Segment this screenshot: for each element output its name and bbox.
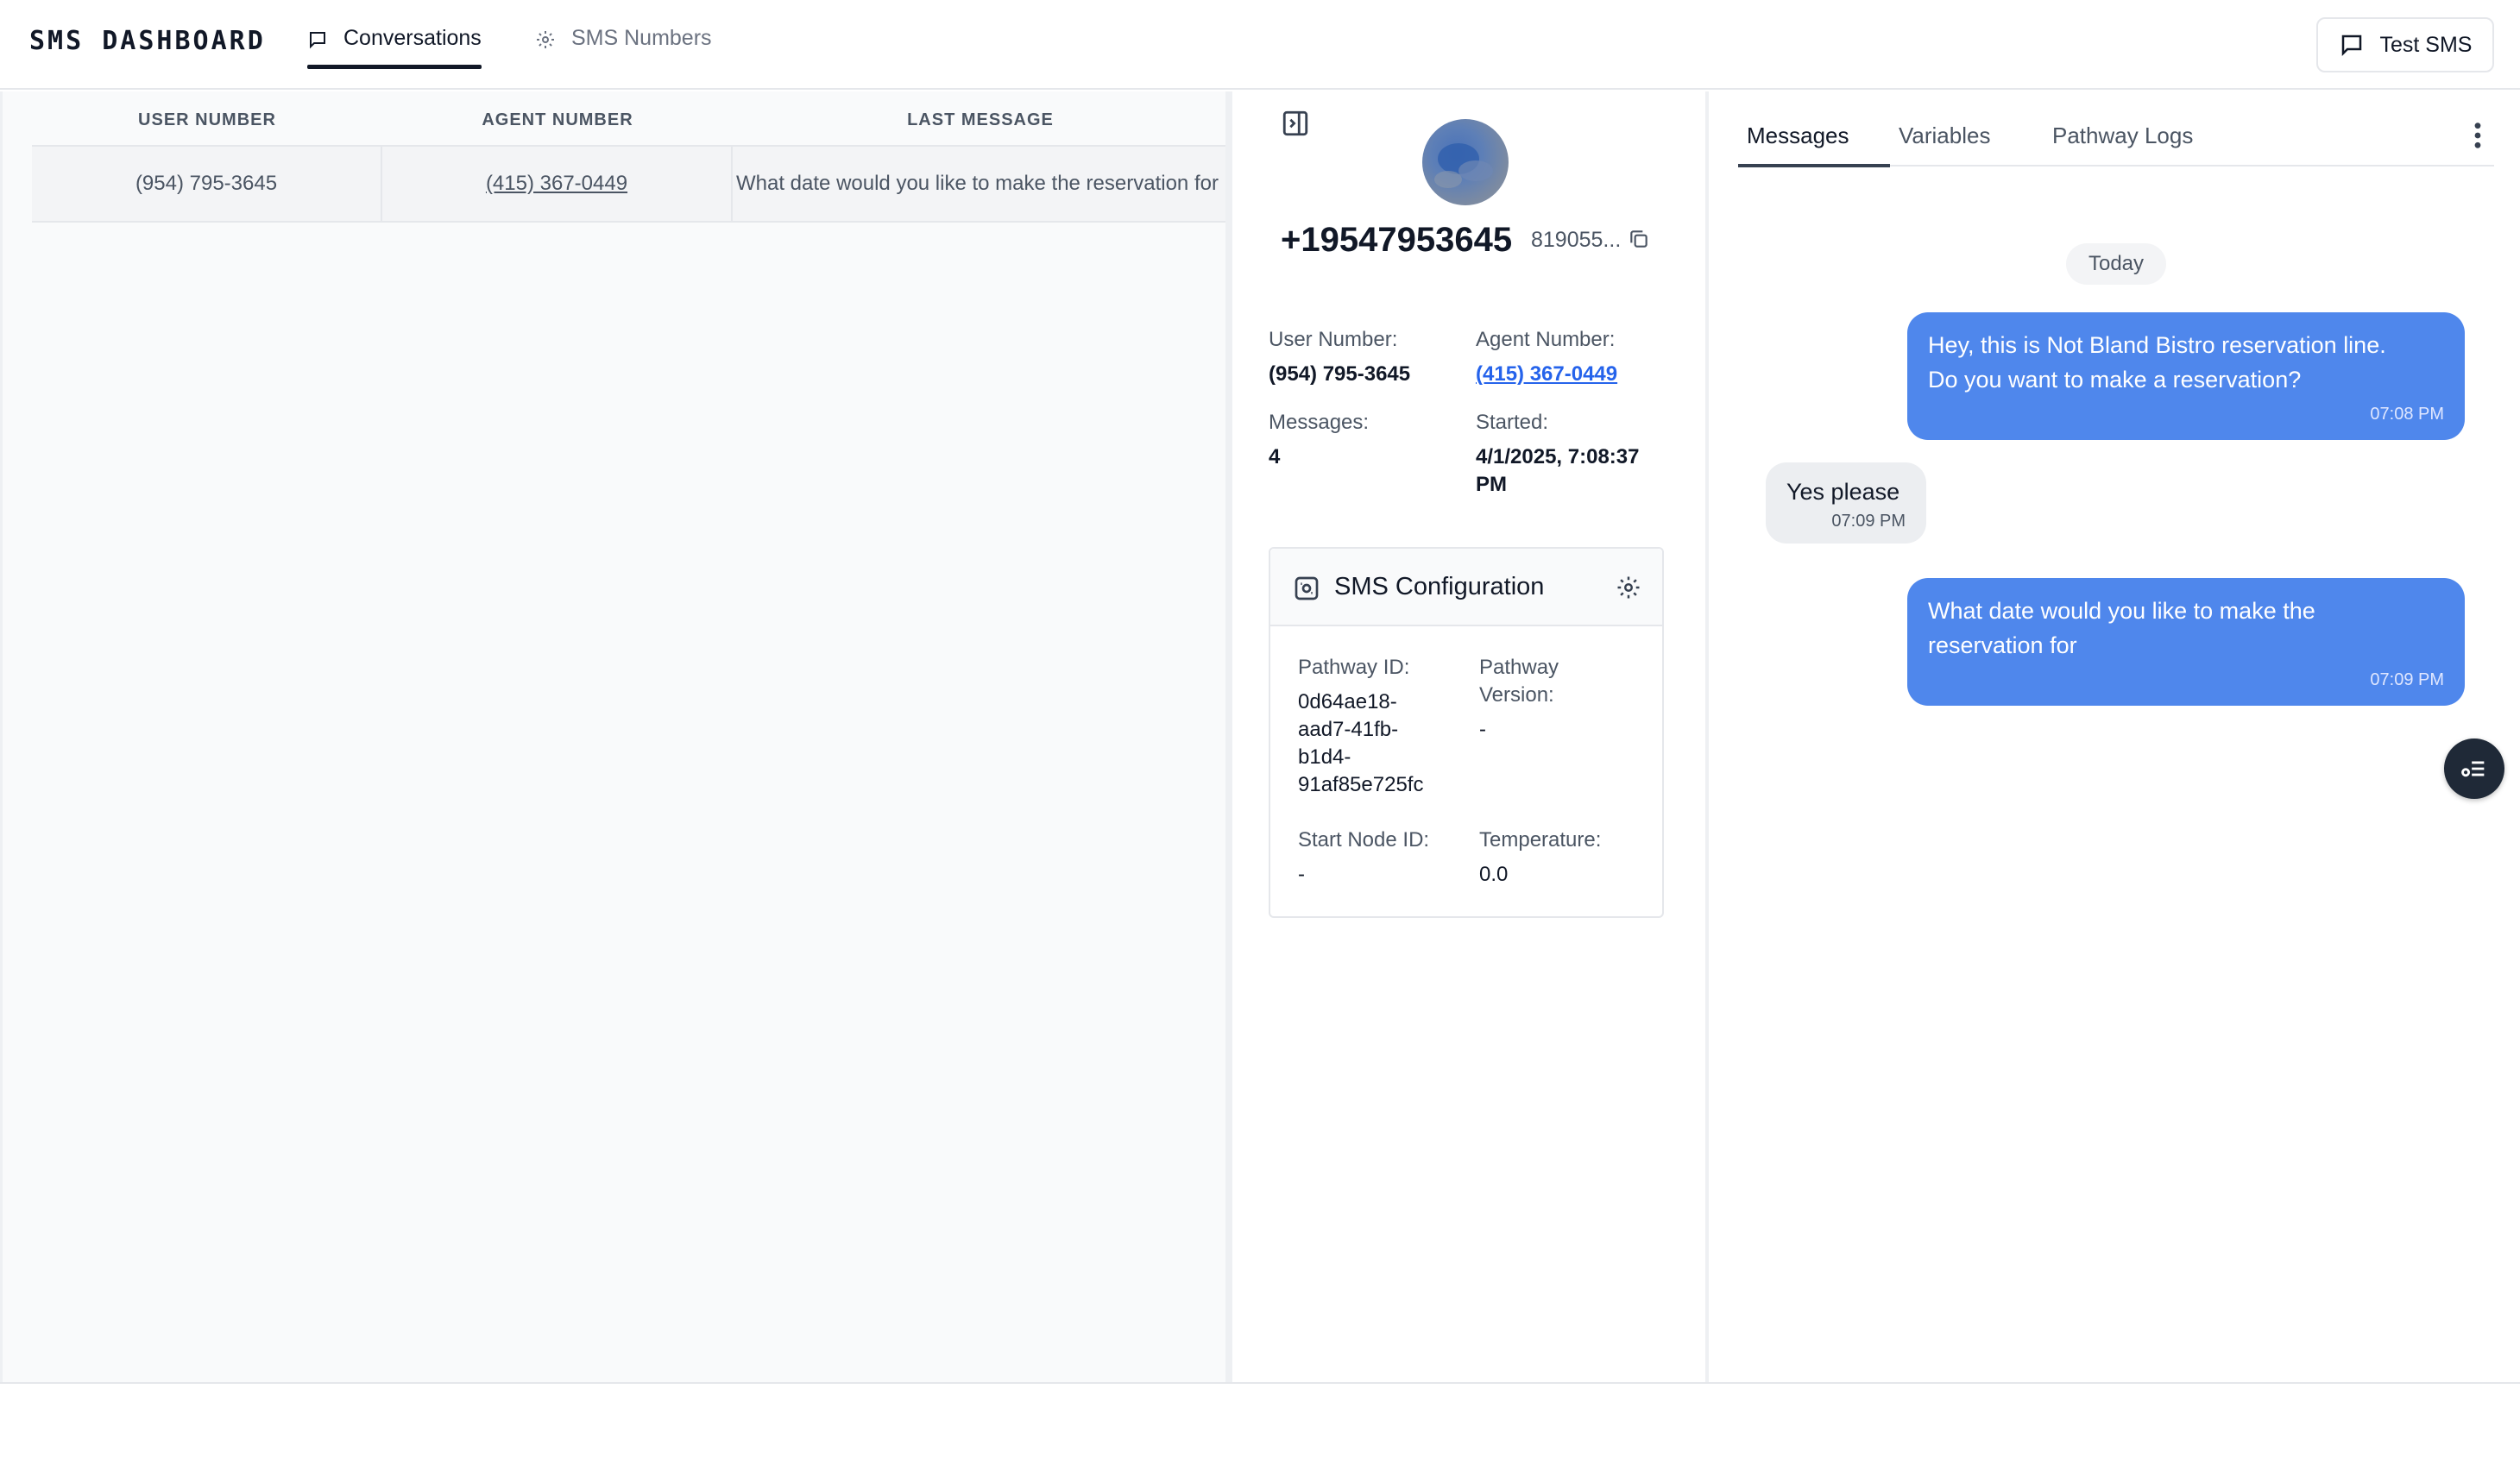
pathway-id-line: b1d4-: [1298, 745, 1351, 769]
test-sms-button[interactable]: Test SMS: [2316, 17, 2494, 72]
message-text-line: What date would you like to make the: [1928, 598, 2315, 624]
started-value-line: PM: [1476, 473, 1507, 496]
message-text-line: Yes please: [1786, 479, 1900, 505]
pathway-id-line: 0d64ae18-: [1298, 690, 1397, 713]
copy-icon[interactable]: [1628, 228, 1650, 250]
top-header: SMS DASHBOARD Conversations SMS Numbers …: [0, 0, 2520, 90]
table-header: USER NUMBER AGENT NUMBER LAST MESSAGE: [32, 91, 1228, 147]
cell-last-message: What date would you like to make the res…: [736, 172, 1219, 195]
sms-configuration-title: SMS Configuration: [1334, 573, 1545, 600]
cell-agent-number: (415) 367-0449: [382, 147, 733, 221]
message-timestamp: 07:08 PM: [2370, 405, 2444, 424]
table-row[interactable]: (954) 795-3645 (415) 367-0449 What date …: [32, 147, 1228, 223]
column-agent-number: AGENT NUMBER: [482, 110, 633, 129]
contact-phone-number: +19547953645: [1281, 221, 1513, 259]
message-bubble-outbound: What date would you like to make the res…: [1907, 578, 2465, 706]
messages-panel: Messages Variables Pathway Logs: [1709, 91, 2520, 1382]
started-value: 4/1/2025, 7:08:37 PM: [1476, 443, 1639, 499]
message-text-line: Hey, this is Not Bland Bistro reservatio…: [1928, 332, 2386, 358]
conversations-panel: USER NUMBER AGENT NUMBER LAST MESSAGE (9…: [0, 91, 1228, 1382]
start-node-value: -: [1298, 863, 1305, 886]
chat-bubble-icon: [310, 32, 325, 49]
messages-count-label: Messages:: [1269, 411, 1370, 434]
kebab-menu-icon[interactable]: [2466, 121, 2489, 150]
temperature-label: Temperature:: [1479, 828, 1602, 852]
app-brand: SMS DASHBOARD: [29, 26, 266, 56]
footer-bar: [0, 1382, 2520, 1477]
conversation-id: 819055...: [1531, 228, 1622, 252]
message-bubble-inbound: Yes please 07:09 PM: [1766, 462, 1926, 544]
tab-variables[interactable]: Variables: [1873, 123, 2016, 166]
active-tab-indicator: [1738, 164, 1890, 167]
agent-number-value: (415) 367-0449: [1476, 361, 1617, 388]
avatar: [1422, 119, 1509, 205]
start-node-label: Start Node ID:: [1298, 828, 1430, 852]
gear-icon: [537, 31, 554, 48]
cell-user-number: (954) 795-3645: [32, 147, 382, 221]
list-fab-icon: [2461, 761, 2485, 777]
tab-pathway-logs[interactable]: Pathway Logs: [2026, 123, 2219, 166]
message-text-line: Do you want to make a reservation?: [1928, 367, 2302, 393]
floating-action-button[interactable]: [2444, 738, 2504, 799]
message-timestamp: 07:09 PM: [1831, 512, 1906, 531]
pathway-id-line: aad7-41fb-: [1298, 718, 1399, 741]
column-user-number: USER NUMBER: [138, 110, 276, 129]
pathway-version-value: -: [1479, 718, 1486, 741]
user-number-value: (954) 795-3645: [1269, 362, 1411, 386]
started-value-line: 4/1/2025, 7:08:37: [1476, 445, 1640, 468]
agent-number-link[interactable]: (415) 367-0449: [1476, 362, 1617, 386]
pathway-id-label: Pathway ID:: [1298, 656, 1410, 679]
message-timestamp: 07:09 PM: [2370, 670, 2444, 689]
tab-sms-numbers[interactable]: SMS Numbers: [535, 26, 712, 69]
sms-configuration-header: SMS Configuration: [1270, 549, 1662, 626]
agent-number-link[interactable]: (415) 367-0449: [486, 172, 627, 196]
sms-config-icon: [1295, 576, 1319, 600]
tab-conversations[interactable]: Conversations: [307, 26, 482, 69]
test-sms-label: Test SMS: [2379, 32, 2473, 57]
gear-icon[interactable]: [1616, 575, 1641, 600]
pathway-version-label-line: Pathway: [1479, 656, 1559, 679]
avatar-image: [1434, 143, 1493, 188]
date-divider: Today: [2066, 243, 2166, 285]
user-number-label: User Number:: [1269, 328, 1398, 351]
temperature-value: 0.0: [1479, 863, 1509, 886]
column-last-message: LAST MESSAGE: [907, 110, 1054, 129]
sidebar-collapse-icon[interactable]: [1281, 109, 1310, 138]
tab-conversations-label: Conversations: [343, 26, 482, 50]
pathway-id-line: 91af85e725fc: [1298, 773, 1424, 796]
sms-configuration-card: SMS Configuration Pathway ID: 0d64ae18- …: [1269, 547, 1664, 918]
chat-bubble-icon: [2341, 35, 2361, 57]
pathway-id-value: 0d64ae18- aad7-41fb- b1d4- 91af85e725fc: [1298, 688, 1423, 799]
message-text-line: reservation for: [1928, 632, 2077, 658]
agent-number-label: Agent Number:: [1476, 328, 1616, 351]
tab-sms-numbers-label: SMS Numbers: [571, 26, 712, 50]
tab-messages[interactable]: Messages: [1721, 123, 1875, 166]
message-bubble-outbound: Hey, this is Not Bland Bistro reservatio…: [1907, 312, 2465, 440]
started-label: Started:: [1476, 411, 1549, 434]
pathway-version-label-line: Version:: [1479, 683, 1554, 707]
pathway-version-label: Pathway Version:: [1479, 654, 1559, 709]
messages-count-value: 4: [1269, 445, 1281, 468]
